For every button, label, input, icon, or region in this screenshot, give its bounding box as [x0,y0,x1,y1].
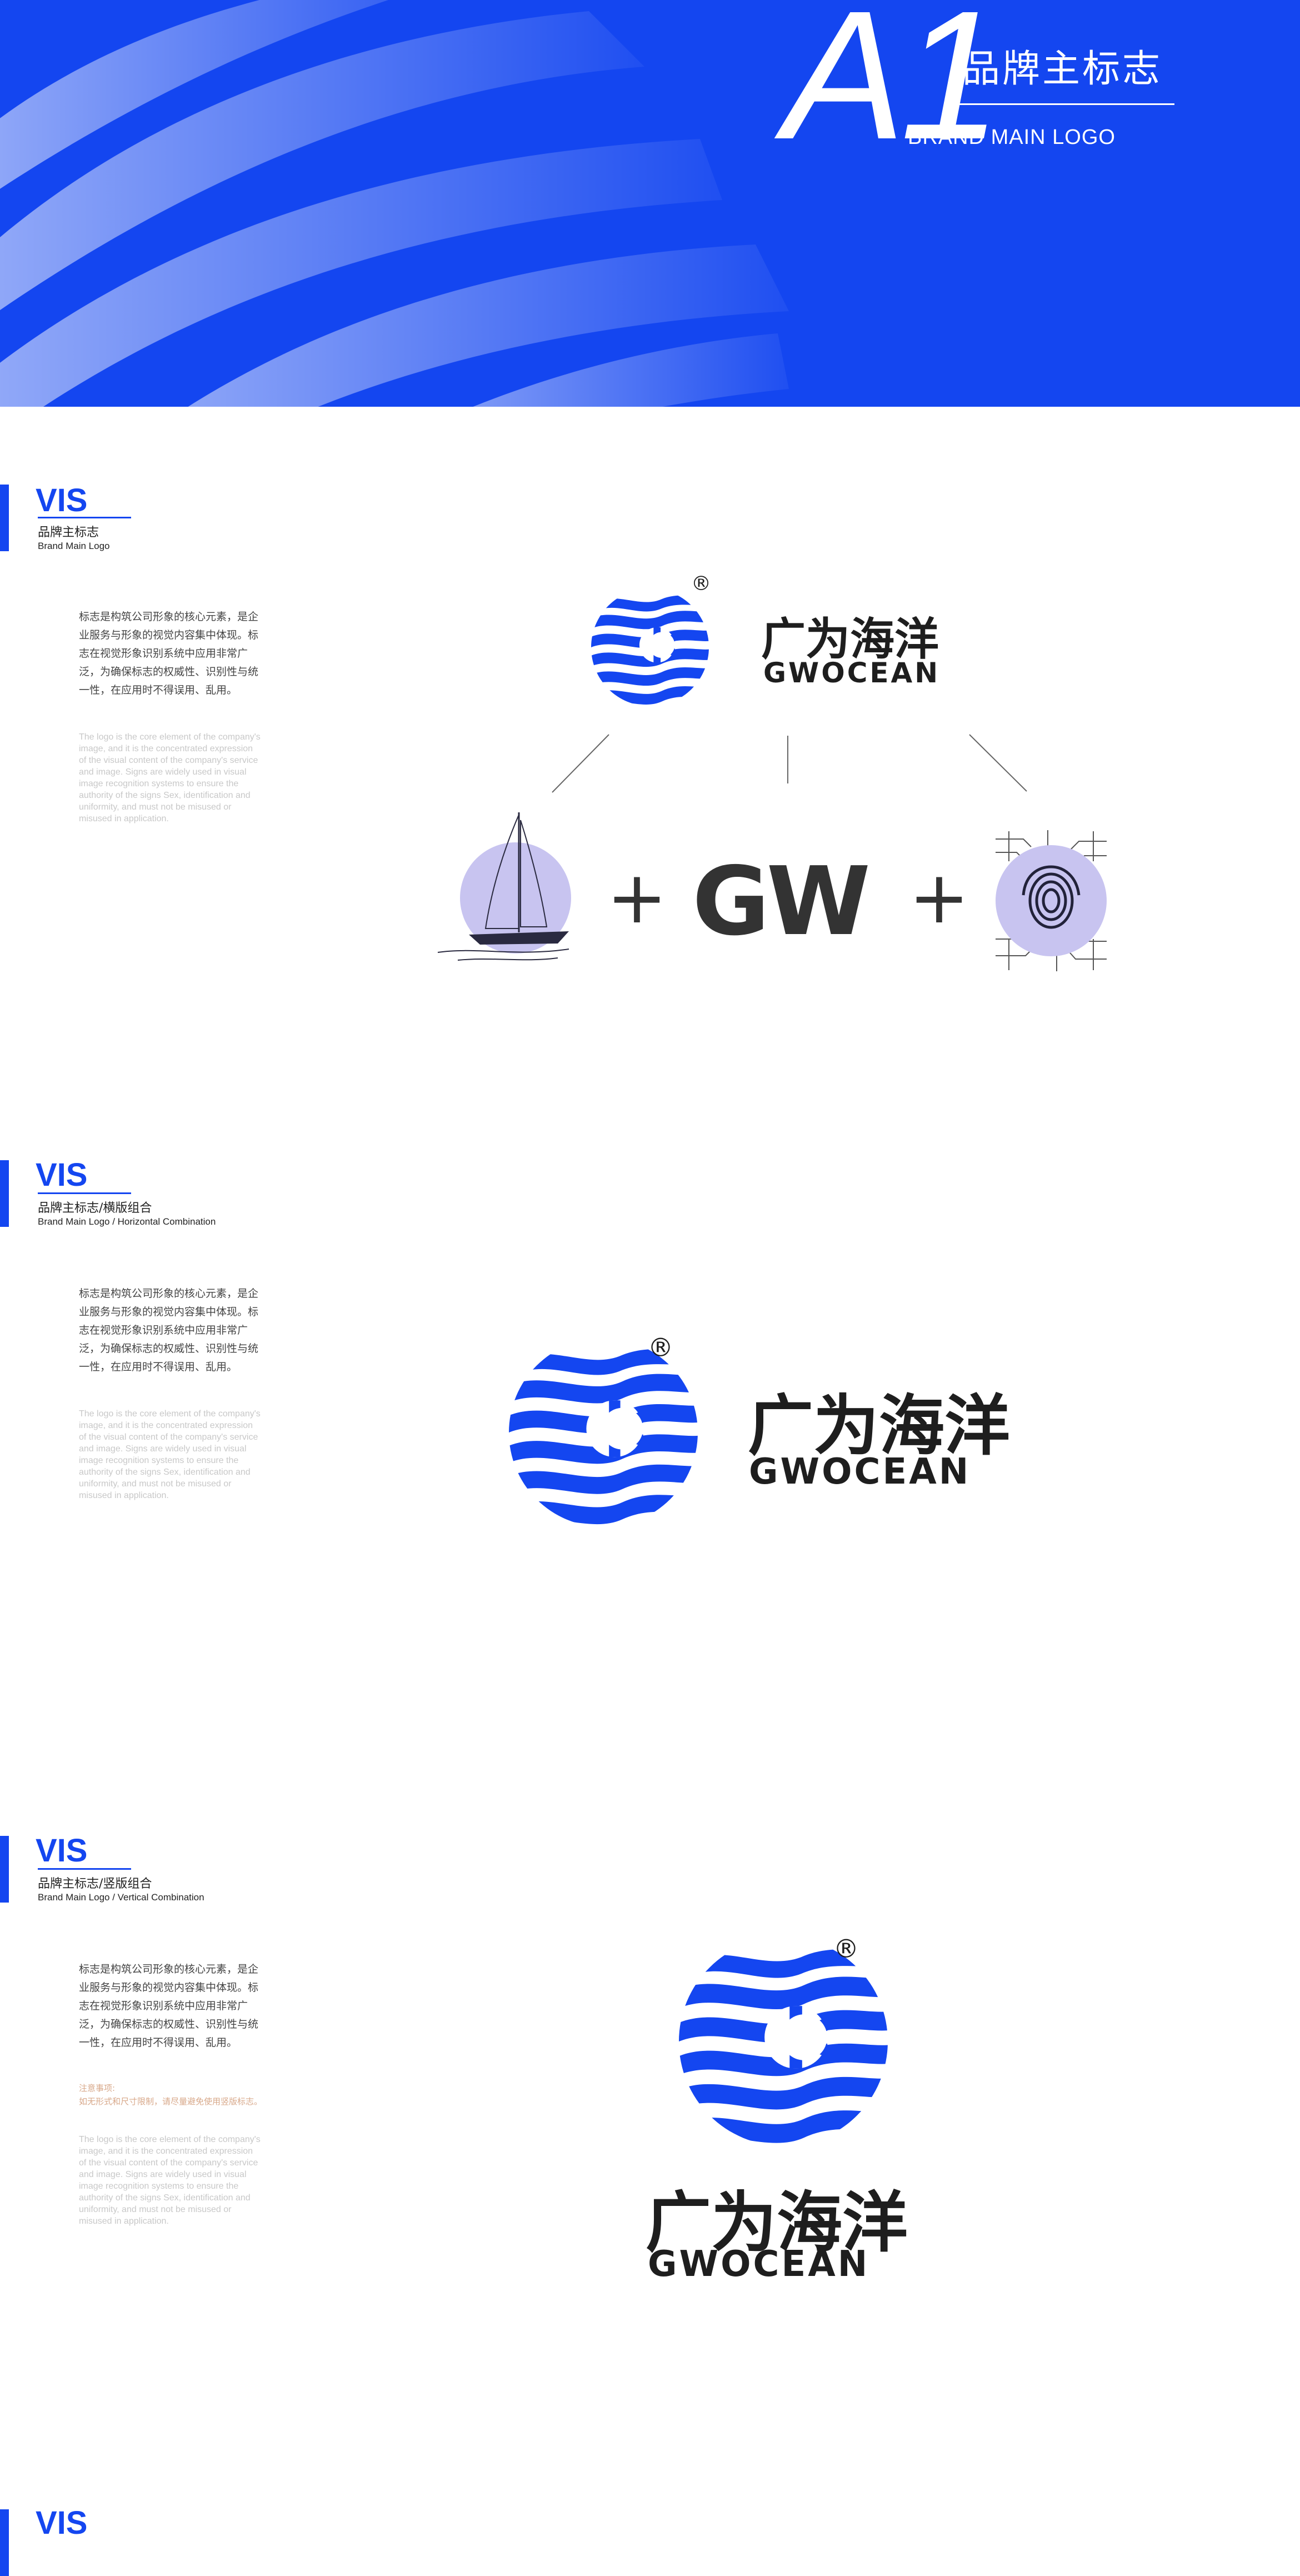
section-title-en: Brand Main Logo [38,541,110,551]
vis-tag: VIS [36,2505,88,2541]
note-title: 注意事项: [79,2083,116,2093]
logo-name-en: GWOCEAN [763,657,941,689]
description-en: The logo is the core element of the comp… [79,1409,261,1500]
section-title-en: Brand Main Logo / Vertical Combination [38,1892,204,1903]
banner-divider [944,103,1174,105]
note-body: 如无形式和尺寸限制，请尽量避免使用竖版标志。 [79,2096,263,2106]
plus-sign: + [607,855,667,940]
gw-letters: GW [692,847,871,957]
logo-mark [591,578,709,717]
section-title-cn: 品牌主标志/横版组合 [38,1201,152,1215]
section-accent-bar [0,2509,9,2576]
vis-rule [38,1868,131,1870]
section-accent-bar [0,485,9,551]
section-title-cn: 品牌主标志 [38,526,99,540]
banner-title-en: BRAND MAIN LOGO [908,126,1116,149]
vis-rule [38,1192,131,1194]
section-accent-bar [0,1836,9,1903]
description-cn: 标志是构筑公司形象的核心元素，是企业服务与形象的视觉内容集中体现。标志在视觉形象… [79,1287,259,1373]
logo-name-en: GWOCEAN [648,2244,870,2285]
connector-lines [552,734,1027,793]
header-banner: A1 品牌主标志 BRAND MAIN LOGO [0,0,1300,407]
vis-tag: VIS [36,482,88,518]
description-cn: 标志是构筑公司形象的核心元素，是企业服务与形象的视觉内容集中体现。标志在视觉形象… [79,1963,259,2049]
registered-mark: ® [648,1332,673,1362]
sailboat-icon [437,812,571,961]
vis-tag: VIS [36,1833,88,1869]
description-en: The logo is the core element of the comp… [79,2135,261,2226]
logo-name-en: GWOCEAN [749,1451,971,1492]
logo-mark [509,1338,698,1527]
plus-sign: + [909,855,969,940]
description-en: The logo is the core element of the comp… [79,732,261,823]
description-cn: 标志是构筑公司形象的核心元素，是企业服务与形象的视觉内容集中体现。标志在视觉形象… [79,611,259,696]
registered-mark: ® [833,1934,859,1964]
section-title-cn: 品牌主标志/竖版组合 [38,1877,152,1891]
vis-rule [38,517,131,518]
logo-mark [679,1937,888,2146]
section-title-en: Brand Main Logo / Horizontal Combination [38,1216,216,1227]
section-accent-bar [0,1160,9,1227]
registered-mark: ® [691,572,711,595]
vis-tag: VIS [36,1157,88,1193]
fingerprint-circuit-icon [996,830,1107,971]
banner-title-cn: 品牌主标志 [962,47,1163,91]
